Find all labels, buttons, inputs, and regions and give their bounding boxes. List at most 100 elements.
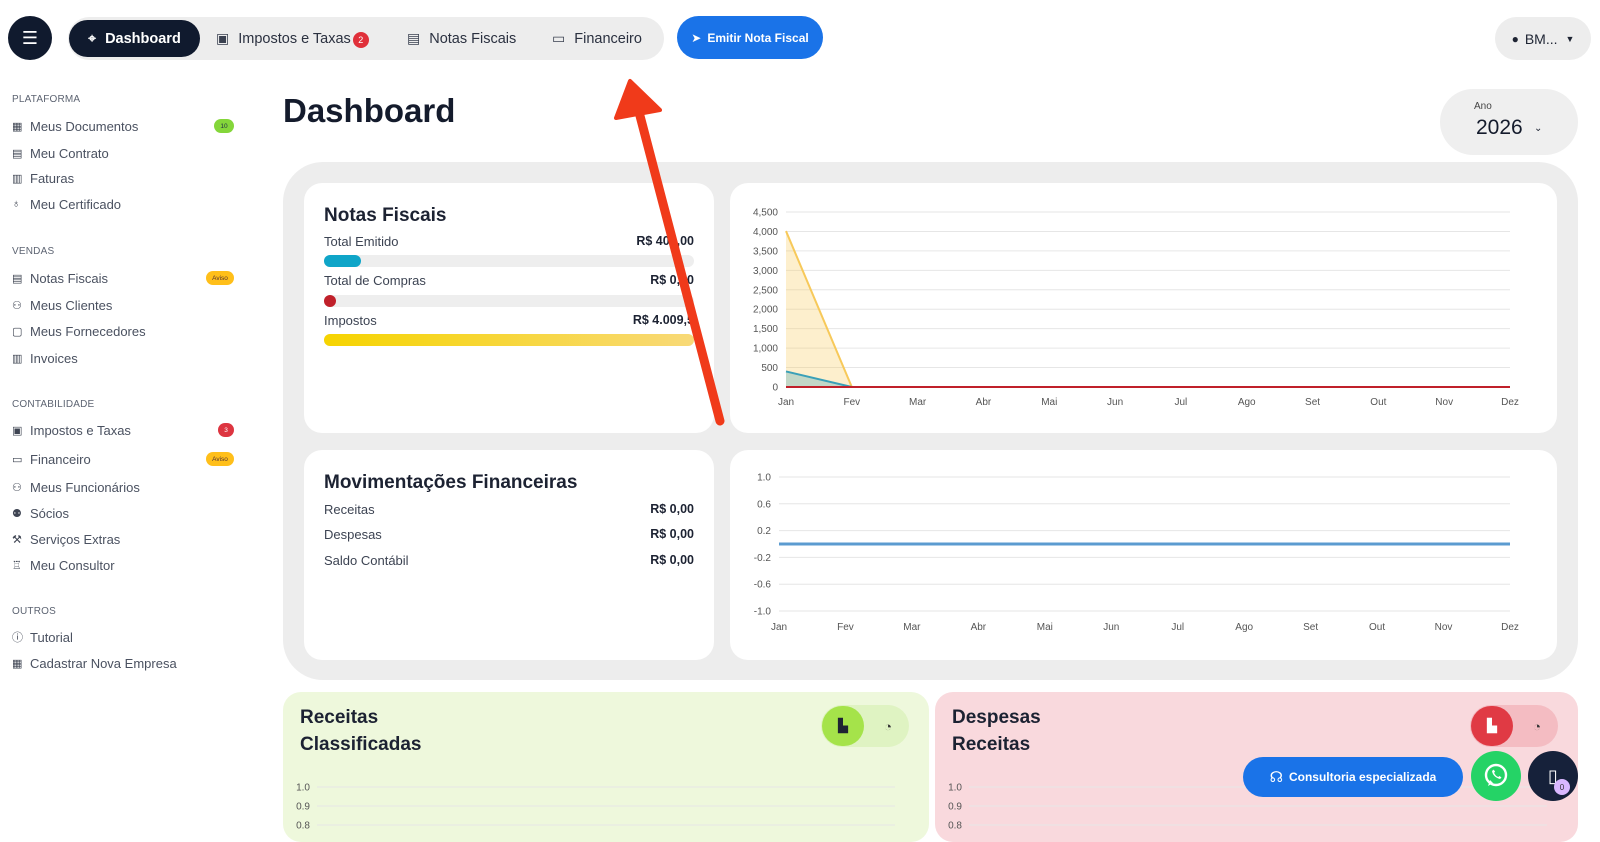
notas-aviso-badge: Aviso <box>206 271 234 285</box>
consultant-icon: ♖ <box>12 559 22 572</box>
receipt-icon: ▤ <box>407 30 421 46</box>
chevron-down-icon: ⌄ <box>1534 123 1543 134</box>
x-tick-label: Abr <box>976 397 992 408</box>
nav-impostos[interactable]: ▣ Impostos e Taxas 2 <box>216 20 369 57</box>
briefcase-icon: ▢ <box>12 325 23 338</box>
sidebar-item-meus-clientes[interactable]: ⚇ Meus Clientes <box>12 294 234 316</box>
y-tick-label: 0 <box>772 383 778 394</box>
sidebar-item-invoices[interactable]: ▥ Invoices <box>12 347 234 369</box>
y-tick-label: 1.0 <box>948 783 962 794</box>
y-tick-label: 0.8 <box>296 821 310 832</box>
y-tick-label: 500 <box>761 363 778 374</box>
whatsapp-button[interactable] <box>1471 751 1521 801</box>
sidebar-item-meus-funcionarios[interactable]: ⚇ Meus Funcionários <box>12 476 234 498</box>
movimentacoes-title: Movimentações Financeiras <box>324 472 578 493</box>
info-icon: ⓘ <box>12 632 23 644</box>
x-tick-label: Nov <box>1435 397 1453 408</box>
sidebar-item-socios[interactable]: ⚉ Sócios <box>12 502 234 524</box>
send-icon: ➤ <box>691 30 702 45</box>
impostos-count-badge: 3 <box>218 423 234 437</box>
user-menu-button[interactable]: ● BM... ▼ <box>1495 17 1591 60</box>
x-tick-label: Mar <box>909 397 927 408</box>
top-bar: ☰ ⌖ Dashboard ▣ Impostos e Taxas 2 ▤ Not… <box>0 0 1600 78</box>
sidebar-item-cadastrar-empresa[interactable]: ▦ Cadastrar Nova Empresa <box>12 652 234 674</box>
nav-financeiro[interactable]: ▭ Financeiro <box>552 20 642 57</box>
impostos-bar-fill <box>324 334 694 346</box>
sidebar-item-tutorial[interactable]: ⓘ Tutorial <box>12 626 234 648</box>
total-compras-bar <box>324 295 694 307</box>
user-icon: ● <box>1511 31 1519 46</box>
y-tick-label: 0.6 <box>757 499 771 510</box>
impostos-value: R$ 4.009,5 <box>632 313 694 327</box>
documents-float-button[interactable]: ▯ 0 <box>1528 751 1578 801</box>
x-tick-label: Jun <box>1103 622 1119 633</box>
sidebar-item-label: Meus Documentos <box>30 118 139 134</box>
sidebar-item-meu-consultor[interactable]: ♖ Meu Consultor <box>12 554 234 576</box>
nav-dashboard-label: Dashboard <box>105 30 181 47</box>
x-tick-label: Abr <box>971 622 987 633</box>
sidebar-item-servicos-extras[interactable]: ⚒ Serviços Extras <box>12 528 234 550</box>
impostos-bar <box>324 334 694 346</box>
sidebar-item-impostos-taxas[interactable]: ▣ Impostos e Taxas 3 <box>12 419 234 441</box>
sidebar-item-faturas[interactable]: ▥ Faturas <box>12 167 234 189</box>
sidebar: PLATAFORMA ▦ Meus Documentos 10 ▤ Meu Contr… <box>0 78 250 832</box>
crosshair-icon: ⌖ <box>88 30 97 46</box>
x-tick-label: Out <box>1370 397 1386 408</box>
section-outros: OUTROS <box>12 606 56 617</box>
x-tick-label: Mai <box>1037 622 1053 633</box>
whatsapp-icon <box>1484 763 1508 787</box>
saldo-label: Saldo Contábil <box>324 553 409 568</box>
y-tick-label: 2,000 <box>753 305 778 316</box>
sidebar-item-meus-documentos[interactable]: ▦ Meus Documentos 10 <box>12 115 234 137</box>
emit-nota-fiscal-button[interactable]: ➤ Emitir Nota Fiscal <box>677 16 823 59</box>
hamburger-icon: ☰ <box>21 27 39 48</box>
sidebar-item-label: Meus Clientes <box>30 297 113 313</box>
consultoria-button[interactable]: ☊ Consultoria especializada <box>1243 757 1463 797</box>
receitas-classificadas-card: Receitas Classificadas ▙ ◔ 1.0 0.9 0.8 <box>283 692 929 842</box>
main-nav: ⌖ Dashboard ▣ Impostos e Taxas 2 ▤ Notas… <box>68 17 664 60</box>
sidebar-item-label: Financeiro <box>30 451 91 467</box>
total-emitido-label: Total Emitido <box>324 234 399 249</box>
receipt-icon: ▤ <box>12 272 23 285</box>
sidebar-item-financeiro[interactable]: ▭ Financeiro Aviso <box>12 448 234 470</box>
year-selector[interactable]: Ano 2026 ⌄ <box>1440 89 1578 155</box>
document-count-badge: 0 <box>1554 779 1570 795</box>
x-tick-label: Mar <box>903 622 921 633</box>
y-tick-label: 1.0 <box>296 783 310 794</box>
financeiro-aviso-badge: Aviso <box>206 452 234 466</box>
section-contabilidade: CONTABILIDADE <box>12 399 95 410</box>
sidebar-item-notas-fiscais[interactable]: ▤ Notas Fiscais Aviso <box>12 267 234 289</box>
receitas-bar-chart: 1.0 0.9 0.8 <box>296 783 895 832</box>
sidebar-item-meu-contrato[interactable]: ▤ Meu Contrato <box>12 142 234 164</box>
impostos-label: Impostos <box>324 313 377 328</box>
y-tick-label: 3,000 <box>753 266 778 277</box>
x-tick-label: Fev <box>837 622 854 633</box>
sidebar-item-label: Meu Contrato <box>30 145 109 161</box>
wrench-icon: ⚒ <box>12 533 22 546</box>
despesas-value: R$ 0,00 <box>650 527 694 541</box>
building-icon: ▦ <box>12 657 23 670</box>
consult-label: Consultoria especializada <box>1288 770 1437 784</box>
x-tick-label: Mai <box>1041 397 1057 408</box>
notas-chart-card: 4,500 4,000 3,500 3,000 2,500 2,000 1,500 1,000… <box>730 183 1557 433</box>
x-tick-label: Nov <box>1435 622 1453 633</box>
menu-button[interactable]: ☰ <box>8 16 52 60</box>
section-vendas: VENDAS <box>12 246 55 257</box>
y-tick-label: 1,000 <box>753 344 778 355</box>
notas-area-chart: 4,500 4,000 3,500 3,000 2,500 2,000 1,500 1,000… <box>753 208 1519 409</box>
sidebar-item-meu-certificado[interactable]: ♁ Meu Certificado <box>12 193 234 215</box>
documents-count-badge: 10 <box>214 119 234 133</box>
y-tick-label: 1,500 <box>753 324 778 335</box>
saldo-value: R$ 0,00 <box>650 553 694 567</box>
sidebar-item-label: Meu Consultor <box>30 557 115 573</box>
wallet-icon: ▣ <box>12 424 23 437</box>
wallet-icon: ▣ <box>216 30 230 46</box>
nav-dashboard[interactable]: ⌖ Dashboard <box>69 20 200 57</box>
y-tick-label: -0.2 <box>754 553 772 564</box>
sidebar-item-meus-fornecedores[interactable]: ▢ Meus Fornecedores <box>12 320 234 342</box>
overview-panel: Notas Fiscais Total Emitido R$ 400,00 To… <box>283 162 1578 680</box>
despesas-label: Despesas <box>324 527 382 542</box>
x-tick-label: Dez <box>1501 622 1519 633</box>
nav-notas-fiscais[interactable]: ▤ Notas Fiscais <box>407 20 516 57</box>
page-title: Dashboard <box>283 92 456 129</box>
